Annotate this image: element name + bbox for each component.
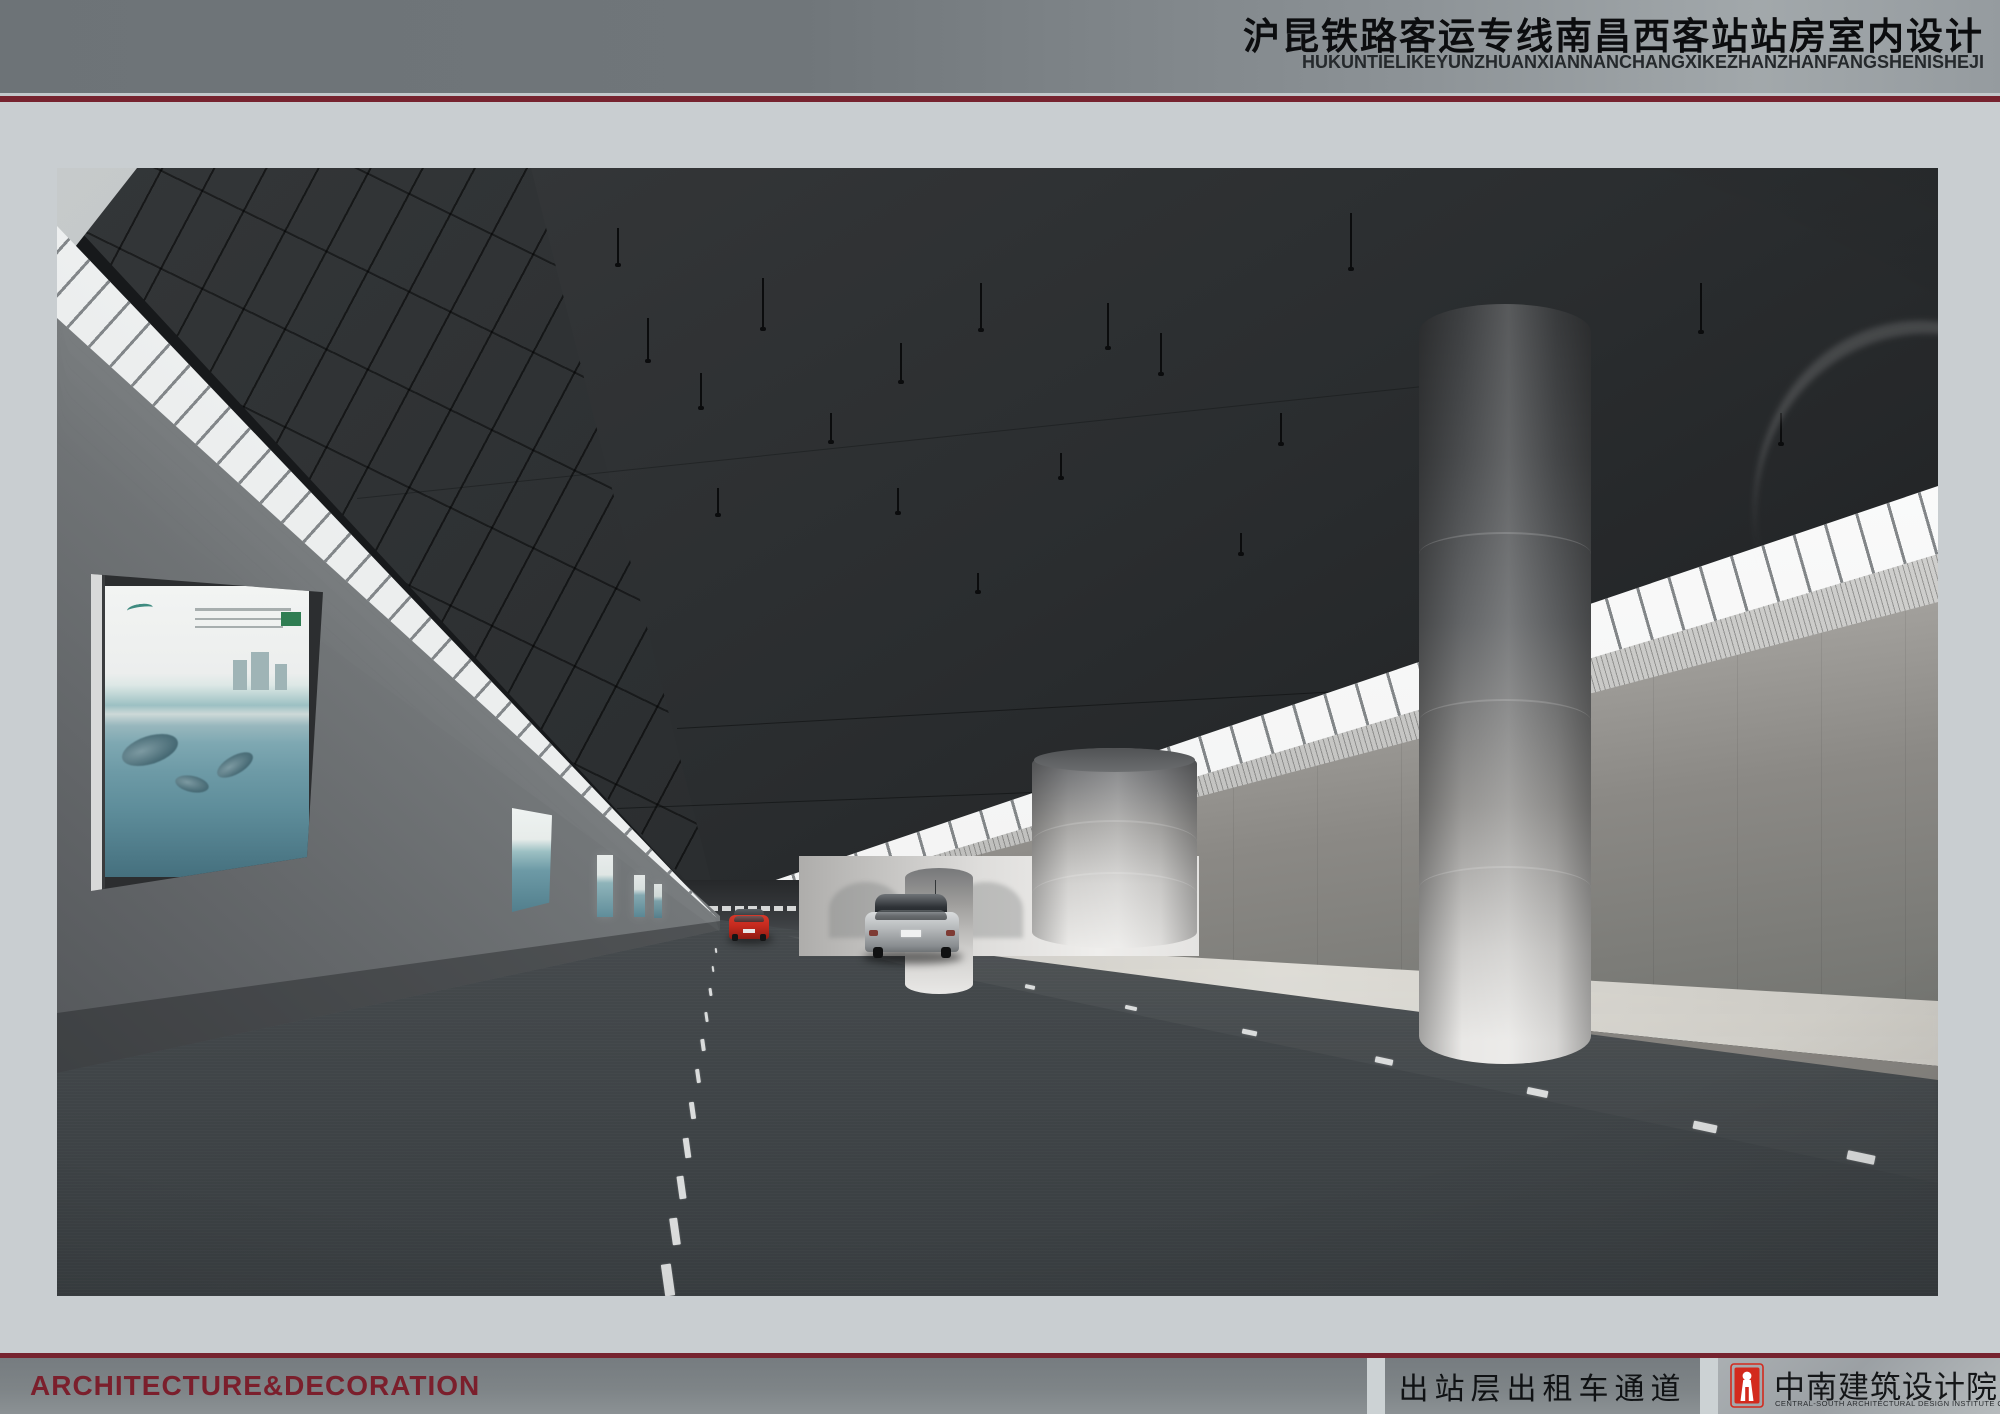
advert-lightbox [512, 808, 552, 912]
suspension-rod-lamp [1240, 533, 1242, 553]
red-car [729, 909, 769, 941]
advert-lightbox-large [91, 574, 323, 891]
column [1032, 748, 1197, 948]
institute-panel: 中南建筑设计院 CENTRAL-SOUTH ARCHITECTURAL DESI… [1718, 1358, 2000, 1414]
large-corner-column [1419, 304, 1591, 1064]
suspension-rod-lamp [762, 278, 764, 328]
suspension-rod-lamp [897, 488, 899, 512]
suspension-rod-lamp [977, 573, 979, 591]
advert-lightbox [634, 875, 645, 917]
suspension-rod-lamp [980, 283, 982, 329]
presentation-board: 沪昆铁路客运专线南昌西客站站房室内设计 HUKUNTIELIKEYUNZHUAN… [0, 0, 2000, 1414]
tunnel-rendering [57, 168, 1938, 1296]
suspension-rod-lamp [1700, 283, 1702, 331]
suspension-rod-lamp [617, 228, 619, 264]
suspension-rod-lamp [1060, 453, 1062, 477]
silver-sedan [865, 894, 959, 958]
suspension-rod-lamp [700, 373, 702, 407]
suspension-rod-lamp [717, 488, 719, 514]
suspension-rod-lamp [1107, 303, 1109, 347]
institute-name-en: CENTRAL-SOUTH ARCHITECTURAL DESIGN INSTI… [1775, 1399, 2000, 1408]
drawing-caption: 出站层出租车通道 [1399, 1364, 1687, 1408]
institute-logo-icon [1730, 1363, 1764, 1408]
header-red-rule [0, 96, 2000, 102]
drawing-caption-panel: 出站层出租车通道 [1385, 1358, 1700, 1414]
brand-wordmark: ARCHITECTURE&DECORATION [30, 1370, 480, 1402]
footer-divider [1367, 1358, 1385, 1414]
footer-divider [1700, 1358, 1718, 1414]
advert-lightbox [597, 855, 613, 917]
suspension-rod-lamp [900, 343, 902, 381]
advert-lightbox [654, 884, 662, 918]
suspension-rod-lamp [1350, 213, 1352, 268]
header-band: 沪昆铁路客运专线南昌西客站站房室内设计 HUKUNTIELIKEYUNZHUAN… [0, 0, 2000, 93]
suspension-rod-lamp [1160, 333, 1162, 373]
page-title-pinyin: HUKUNTIELIKEYUNZHUANXIANNANCHANGXIKEZHAN… [1302, 52, 1984, 73]
suspension-rod-lamp [1280, 413, 1282, 443]
suspension-rod-lamp [647, 318, 649, 360]
suspension-rod-lamp [830, 413, 832, 441]
